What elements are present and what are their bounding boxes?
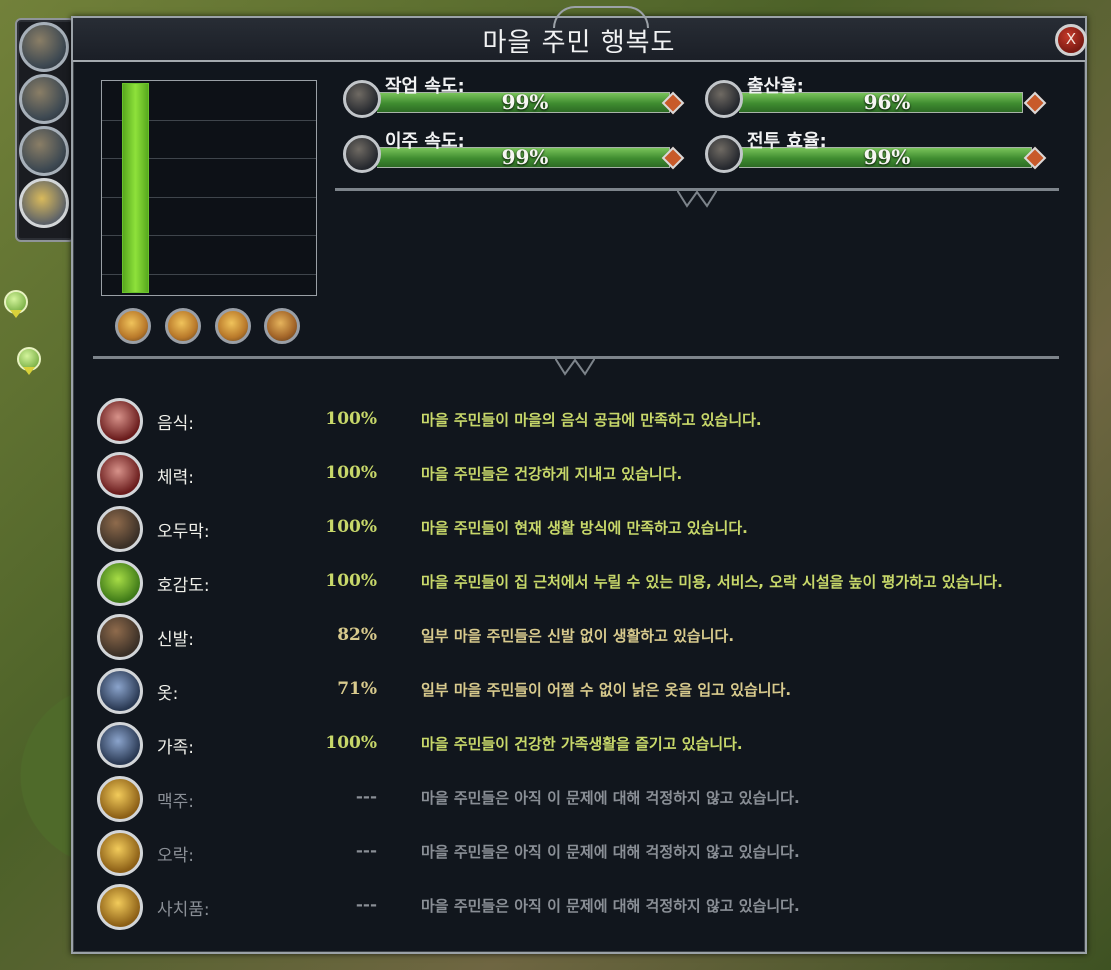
happiness-chart — [101, 80, 317, 296]
wagon-icon — [343, 135, 381, 173]
stat-value: 99% — [863, 145, 911, 169]
need-label: 사치품: — [157, 900, 210, 920]
sad-mask-icon — [264, 308, 300, 344]
need-row: 음식: 100% 마을 주민들이 마을의 음식 공급에 만족하고 있습니다. — [97, 398, 1057, 446]
shoes-icon — [97, 614, 143, 660]
need-description: 마을 주민들이 건강한 가족생활을 즐기고 있습니다. — [421, 735, 743, 753]
clothes-icon — [97, 668, 143, 714]
beer-icon — [97, 776, 143, 822]
need-description: 마을 주민들은 아직 이 문제에 대해 걱정하지 않고 있습니다. — [421, 843, 800, 861]
need-description: 마을 주민들이 마을의 음식 공급에 만족하고 있습니다. — [421, 411, 762, 429]
need-value: --- — [355, 841, 377, 861]
need-label: 신발: — [157, 630, 195, 650]
need-value: 100% — [325, 463, 377, 483]
need-row: 오락: --- 마을 주민들은 아직 이 문제에 대해 걱정하지 않고 있습니다. — [97, 830, 1057, 878]
need-label: 오두막: — [157, 522, 210, 542]
need-description: 일부 마을 주민들이 어쩔 수 없이 낡은 옷을 입고 있습니다. — [421, 681, 792, 699]
helmet-icon[interactable] — [19, 22, 69, 72]
hut-icon — [97, 506, 143, 552]
need-description: 마을 주민들이 현재 생활 방식에 만족하고 있습니다. — [421, 519, 748, 537]
window-title: 마을 주민 행복도 — [482, 28, 676, 58]
neutral-mask-icon — [215, 308, 251, 344]
left-nav-panel — [15, 18, 75, 242]
need-label: 가족: — [157, 738, 195, 758]
need-description: 일부 마을 주민들은 신발 없이 생활하고 있습니다. — [421, 627, 735, 645]
close-button[interactable]: X — [1055, 24, 1087, 56]
hammer-icon — [343, 80, 381, 118]
need-row: 오두막: 100% 마을 주민들이 현재 생활 방식에 만족하고 있습니다. — [97, 506, 1057, 554]
masks-icon[interactable] — [19, 178, 69, 228]
caduceus-icon — [97, 452, 143, 498]
need-value: 71% — [337, 679, 377, 699]
crossed-tools-icon — [97, 830, 143, 876]
cradle-icon — [705, 80, 743, 118]
need-label: 옷: — [157, 684, 179, 704]
need-label: 맥주: — [157, 792, 195, 812]
need-label: 호감도: — [157, 576, 210, 596]
need-label: 체력: — [157, 468, 195, 488]
villagers-icon[interactable] — [19, 74, 69, 124]
sword-icon — [705, 135, 743, 173]
stat-work-speed: 작업 속도: 99% — [343, 74, 685, 118]
need-value: 100% — [325, 517, 377, 537]
need-description: 마을 주민들은 건강하게 지내고 있습니다. — [421, 465, 683, 483]
meat-icon — [97, 398, 143, 444]
divider-ornament-icon — [555, 357, 595, 376]
need-value: --- — [355, 787, 377, 807]
stat-value: 99% — [501, 90, 549, 114]
barrels-icon[interactable] — [19, 126, 69, 176]
map-marker-icon[interactable] — [17, 347, 41, 375]
happiness-bar — [122, 83, 149, 293]
need-row: 사치품: --- 마을 주민들은 아직 이 문제에 대해 걱정하지 않고 있습니다. — [97, 884, 1057, 932]
stat-migration-speed: 이주 속도: 99% — [343, 129, 685, 173]
need-value: 100% — [325, 571, 377, 591]
happy-mask-icon — [115, 308, 151, 344]
chevron-up-icon — [97, 560, 143, 606]
need-row: 체력: 100% 마을 주민들은 건강하게 지내고 있습니다. — [97, 452, 1057, 500]
luxury-goods-icon — [97, 884, 143, 930]
need-row: 신발: 82% 일부 마을 주민들은 신발 없이 생활하고 있습니다. — [97, 614, 1057, 662]
need-row: 맥주: --- 마을 주민들은 아직 이 문제에 대해 걱정하지 않고 있습니다. — [97, 776, 1057, 824]
need-row: 가족: 100% 마을 주민들이 건강한 가족생활을 즐기고 있습니다. — [97, 722, 1057, 770]
content-mask-icon — [165, 308, 201, 344]
need-description: 마을 주민들은 아직 이 문제에 대해 걱정하지 않고 있습니다. — [421, 789, 800, 807]
need-label: 음식: — [157, 414, 195, 434]
stat-value: 99% — [501, 145, 549, 169]
villager-happiness-window: 마을 주민 행복도 X 작업 속도: 99% 출산율: 96% 이주 속도: 9… — [71, 6, 1087, 954]
need-value: --- — [355, 895, 377, 915]
need-label: 오락: — [157, 846, 195, 866]
stat-value: 96% — [863, 90, 911, 114]
need-description: 마을 주민들이 집 근처에서 누릴 수 있는 미용, 서비스, 오락 시설을 높… — [421, 573, 1003, 591]
title-bar: 마을 주민 행복도 X — [73, 6, 1087, 62]
divider-ornament-icon — [677, 189, 717, 208]
need-row: 호감도: 100% 마을 주민들이 집 근처에서 누릴 수 있는 미용, 서비스, … — [97, 560, 1057, 608]
stat-birth-rate: 출산율: 96% — [705, 74, 1047, 118]
need-description: 마을 주민들은 아직 이 문제에 대해 걱정하지 않고 있습니다. — [421, 897, 800, 915]
map-marker-icon[interactable] — [4, 290, 28, 318]
need-value: 100% — [325, 733, 377, 753]
need-row: 옷: 71% 일부 마을 주민들이 어쩔 수 없이 낡은 옷을 입고 있습니다. — [97, 668, 1057, 716]
need-value: 100% — [325, 409, 377, 429]
stat-combat-efficiency: 전투 효율: 99% — [705, 129, 1047, 173]
family-icon — [97, 722, 143, 768]
need-value: 82% — [337, 625, 377, 645]
